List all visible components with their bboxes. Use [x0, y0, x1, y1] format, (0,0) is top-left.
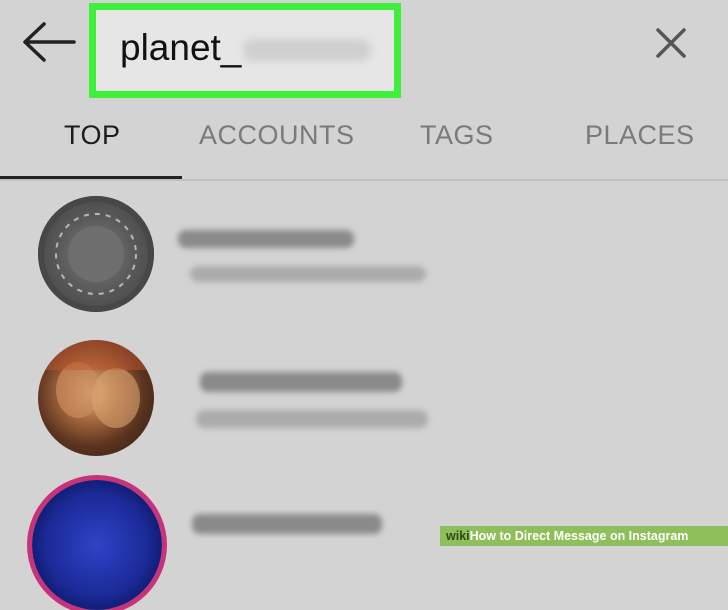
tab-tags[interactable]: TAGS — [420, 120, 494, 151]
search-query: planet_ — [120, 27, 372, 69]
arrow-left-icon[interactable] — [22, 22, 76, 62]
close-icon[interactable] — [652, 24, 690, 62]
wikihow-watermark: wikiHow to Direct Message on Instagram — [440, 526, 728, 546]
search-header: planet_ — [0, 0, 728, 100]
watermark-title: How to Direct Message on Instagram — [469, 529, 689, 543]
tabs-divider — [0, 179, 728, 181]
blurred-username — [192, 514, 382, 534]
search-result-item[interactable] — [0, 340, 728, 470]
tab-accounts[interactable]: ACCOUNTS — [199, 120, 355, 151]
tab-places[interactable]: PLACES — [585, 120, 695, 151]
avatar — [32, 480, 162, 610]
search-query-text: planet_ — [120, 27, 242, 68]
blurred-query-suffix — [243, 39, 372, 62]
laurel-emblem-icon — [55, 213, 137, 295]
search-result-item[interactable] — [0, 192, 728, 322]
search-tabs: TOP ACCOUNTS TAGS PLACES — [0, 100, 728, 180]
tab-top[interactable]: TOP — [64, 120, 121, 151]
search-input[interactable]: planet_ — [89, 3, 401, 98]
blurred-username — [178, 230, 354, 248]
blurred-subtitle — [190, 266, 426, 282]
profile-photo-icon — [38, 340, 154, 428]
blurred-username — [200, 372, 402, 392]
blurred-subtitle — [196, 410, 428, 428]
watermark-brand: wiki — [446, 529, 470, 543]
avatar — [38, 196, 154, 312]
avatar — [38, 340, 154, 456]
